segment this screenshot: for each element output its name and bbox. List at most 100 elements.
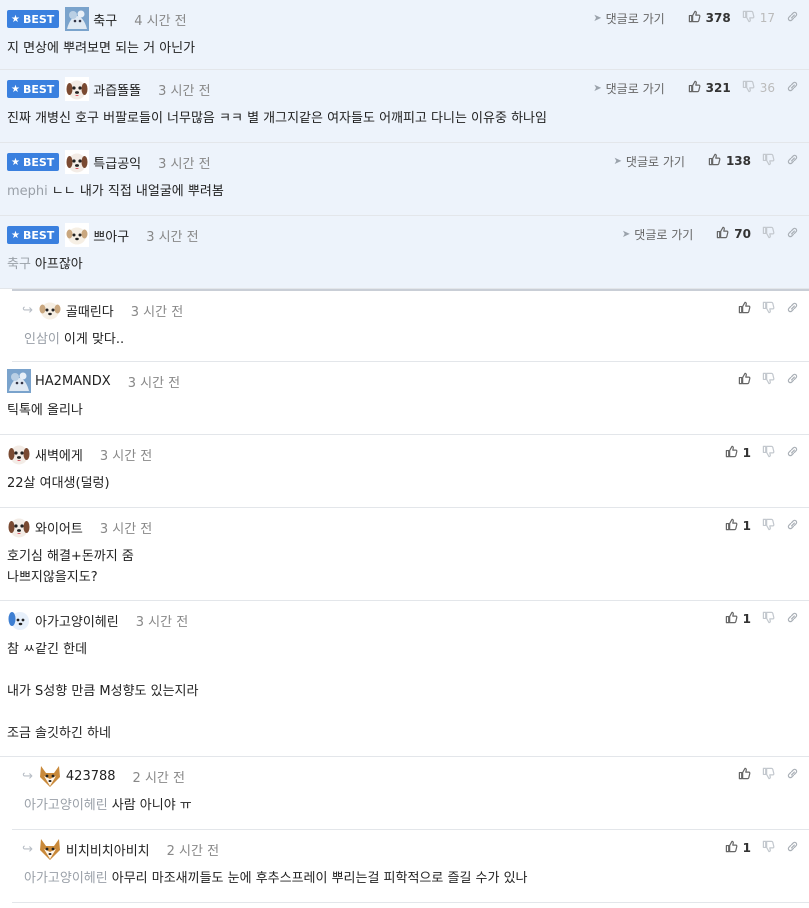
copy-link-button[interactable] [786,153,799,169]
avatar[interactable] [65,223,90,247]
downvote-button[interactable]: 36 [742,80,775,96]
thumbs-up-icon [725,518,738,534]
avatar[interactable] [37,837,62,861]
comment-text: 지 면상에 뿌려보면 되는 거 아닌가 [7,41,196,56]
upvote-button[interactable]: 70 [716,226,751,242]
comment-list: ★ BEST 축구 4 시간 전 ➤ 댓글로 가기 378 17 지 면상에 뿌려보면 되는 거… [0,0,809,903]
thumbs-down-icon [762,226,775,242]
author-name[interactable]: 비치비치아비치 [66,840,150,859]
comment-actions: ➤ 댓글로 가기 321 36 [593,79,799,97]
goto-reply-label: 댓글로 가기 [625,154,685,169]
downvote-button[interactable] [762,611,775,627]
upvote-button[interactable] [738,372,751,388]
upvote-button[interactable]: 1 [725,445,751,461]
copy-link-button[interactable] [786,372,799,388]
copy-link-button[interactable] [786,10,799,26]
upvote-button[interactable]: 378 [688,10,731,26]
comment-time: 3 시간 전 [158,83,211,99]
mention[interactable]: 인삼이 [24,332,60,347]
author-name[interactable]: 과즙뚈뚈 [93,80,141,99]
avatar[interactable] [7,369,31,393]
author-name[interactable]: 새벽에게 [35,445,83,464]
downvote-button[interactable] [762,767,775,783]
copy-link-button[interactable] [786,611,799,627]
link-icon [786,611,799,627]
author-name[interactable]: 아가고양이헤린 [35,611,119,630]
copy-link-button[interactable] [786,301,799,317]
comment-time: 3 시간 전 [99,448,153,464]
author-name[interactable]: 골때린다 [66,301,114,320]
comment-row: ★ BEST 쁘아구 3 시간 전 ➤ 댓글로 가기 70 축구 아프잖아 [0,216,809,289]
thumbs-down-icon [762,767,775,783]
downvote-button[interactable] [762,226,775,242]
downvote-button[interactable] [762,372,775,388]
upvote-button[interactable]: 321 [688,80,731,96]
goto-reply-link[interactable]: ➤ 댓글로 가기 [614,153,685,170]
comment-line: 틱톡에 올리나 [7,400,799,421]
author-name[interactable]: 쁘아구 [93,226,129,245]
copy-link-button[interactable] [786,840,799,856]
author-name[interactable]: 와이어트 [35,518,83,537]
comment-header: ↪ 비치비치아비치 2 시간 전 [22,837,219,861]
comment-header: ↪ 골때린다 3 시간 전 [22,298,184,322]
link-icon [786,80,799,96]
comment-time: 4 시간 전 [134,13,187,29]
author-name[interactable]: 축구 [93,10,117,29]
avatar[interactable] [37,764,62,788]
avatar[interactable] [7,442,31,466]
thumbs-down-icon [762,445,775,461]
avatar[interactable] [65,150,90,174]
comment-actions: 1 [714,517,799,535]
downvote-count: 36 [759,81,775,95]
comment-text: ㄴㄴ 내가 직접 내얼굴에 뿌려봄 [51,184,224,199]
mention[interactable]: 아가고양이헤린 [24,798,108,813]
comment-actions: ➤ 댓글로 가기 378 17 [593,9,799,27]
avatar[interactable] [37,298,62,322]
mention[interactable]: 축구 [7,257,31,272]
upvote-button[interactable] [738,767,751,783]
star-icon: ★ [11,229,20,241]
mention[interactable]: mephi [7,184,48,199]
link-icon [786,153,799,169]
goto-reply-label: 댓글로 가기 [605,11,665,26]
downvote-button[interactable] [762,445,775,461]
comment-row: ★ BEST 축구 4 시간 전 ➤ 댓글로 가기 378 17 지 면상에 뿌려보면 되는 거… [0,0,809,70]
goto-reply-link[interactable]: ➤ 댓글로 가기 [593,10,664,27]
upvote-button[interactable] [738,301,751,317]
avatar[interactable] [65,7,90,31]
copy-link-button[interactable] [786,518,799,534]
comment-time: 3 시간 전 [130,304,184,320]
avatar[interactable] [65,77,90,101]
comment-text: 나쁘지않을지도? [7,570,98,585]
comment-body: 축구 아프잖아 [7,254,799,275]
copy-link-button[interactable] [786,226,799,242]
mention[interactable]: 아가고양이헤린 [24,871,108,886]
author-name[interactable]: 특급공익 [93,153,141,172]
upvote-button[interactable]: 1 [725,518,751,534]
upvote-button[interactable]: 138 [708,153,751,169]
thumbs-up-icon [725,611,738,627]
copy-link-button[interactable] [786,80,799,96]
goto-reply-link[interactable]: ➤ 댓글로 가기 [593,80,664,97]
downvote-button[interactable]: 17 [742,10,775,26]
comment-text: 사람 아니야 ㅠ [111,798,192,813]
downvote-button[interactable] [762,153,775,169]
copy-link-button[interactable] [786,767,799,783]
upvote-button[interactable]: 1 [725,840,751,856]
copy-link-button[interactable] [786,445,799,461]
thumbs-down-icon [762,840,775,856]
author-name[interactable]: 423788 [66,769,116,784]
downvote-button[interactable] [762,840,775,856]
author-name[interactable]: HA2MANDX [35,374,111,389]
thumbs-up-icon [738,301,751,317]
avatar[interactable] [7,608,31,632]
downvote-button[interactable] [762,301,775,317]
avatar[interactable] [7,515,31,539]
upvote-button[interactable]: 1 [725,611,751,627]
best-badge: ★ BEST [7,226,60,244]
thumbs-down-icon [742,80,755,96]
downvote-button[interactable] [762,518,775,534]
comment-row: ↪ 비치비치아비치 2 시간 전 1 아가고양이헤린 아무리 마조새끼들도 눈에 후추스프… [12,830,809,903]
goto-reply-link[interactable]: ➤ 댓글로 가기 [622,226,693,243]
thumbs-up-icon [725,840,738,856]
